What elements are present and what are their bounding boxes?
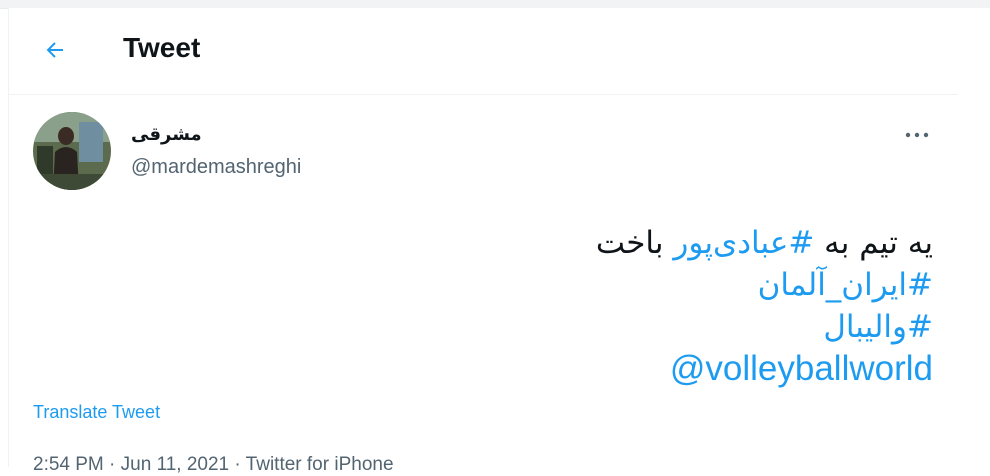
author-handle[interactable]: @mardemashreghi bbox=[131, 156, 301, 179]
hashtag-link[interactable]: #عبادی‌پور bbox=[673, 225, 814, 261]
avatar[interactable] bbox=[33, 112, 111, 190]
back-button[interactable] bbox=[35, 30, 75, 70]
tweet-metadata: 2:54 PM · Jun 11, 2021 · Twitter for iPh… bbox=[33, 454, 394, 476]
timeline-column: Tweet مشرقی @mardemashreghi یه تیم به #ع… bbox=[8, 8, 960, 475]
author-display-name[interactable]: مشرقی bbox=[131, 124, 202, 145]
tweet-text-segment: باخت bbox=[595, 225, 664, 261]
meta-separator: · bbox=[109, 454, 116, 475]
avatar-photo bbox=[33, 112, 111, 190]
hashtag-link[interactable]: #ایران_آلمان bbox=[293, 264, 933, 306]
more-button[interactable] bbox=[903, 124, 931, 146]
page-title: Tweet bbox=[123, 32, 201, 63]
hashtag-link[interactable]: #والیبال bbox=[293, 306, 933, 348]
tweet-source[interactable]: Twitter for iPhone bbox=[246, 454, 394, 475]
translate-tweet-link[interactable]: Translate Tweet bbox=[33, 402, 160, 423]
arrow-left-icon bbox=[46, 42, 63, 58]
mention-link[interactable]: @volleyballworld bbox=[670, 349, 933, 388]
tweet-text-segment: یه تیم به bbox=[824, 225, 933, 261]
tweet-time[interactable]: 2:54 PM bbox=[33, 454, 104, 475]
meta-separator: · bbox=[234, 454, 241, 475]
page-header: Tweet bbox=[9, 8, 959, 95]
right-gutter bbox=[958, 8, 990, 467]
tweet-line-1: یه تیم به #عبادی‌پور باخت bbox=[293, 222, 933, 264]
tweet-text: یه تیم به #عبادی‌پور باخت #ایران_آلمان #… bbox=[293, 222, 933, 391]
tweet-date[interactable]: Jun 11, 2021 bbox=[121, 454, 229, 475]
more-horizontal-icon bbox=[905, 132, 929, 138]
